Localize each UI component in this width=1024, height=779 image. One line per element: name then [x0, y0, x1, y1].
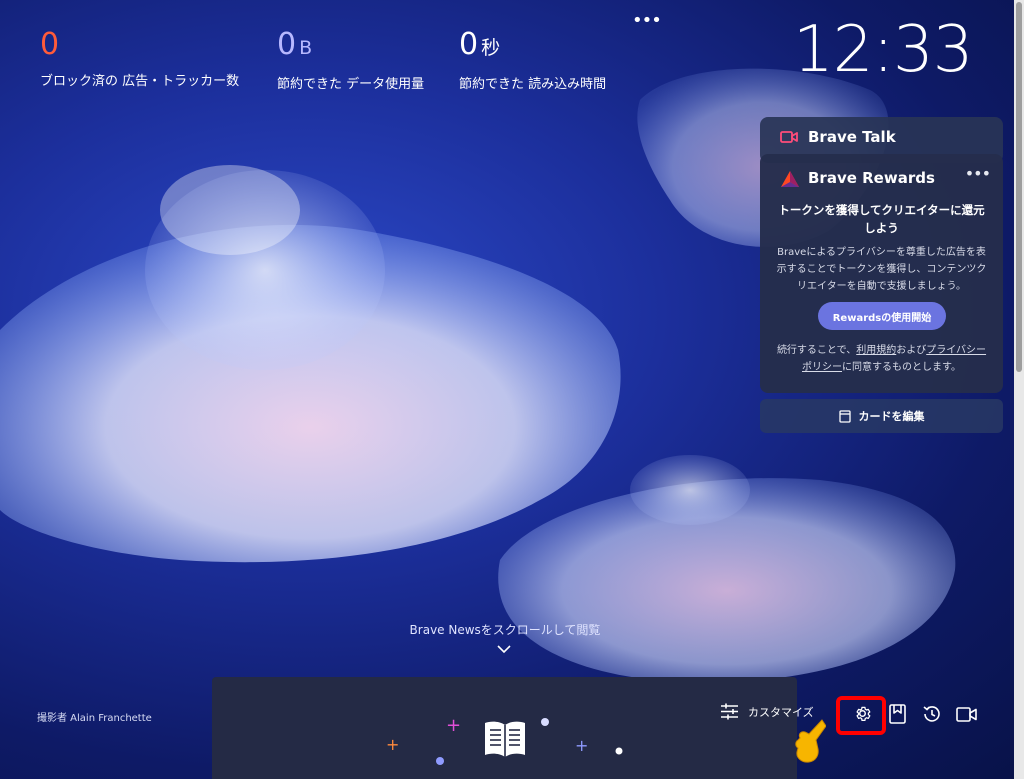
rewards-heading: トークンを獲得してクリエイターに還元しよう [778, 203, 985, 235]
stats-more-icon[interactable]: ••• [632, 12, 662, 30]
terms-suffix: に同意するものとします。 [842, 362, 961, 373]
start-rewards-button[interactable]: Rewardsの使用開始 [818, 302, 946, 330]
card-edit-icon [838, 409, 851, 423]
svg-text:+: + [446, 715, 461, 736]
brave-rewards-title: Brave Rewards [808, 169, 935, 187]
rewards-description: Braveによるプライバシーを尊重した広告を表示することでトークンを獲得し、コン… [776, 247, 987, 292]
sliders-icon [721, 703, 738, 720]
brave-talk-video-icon[interactable] [956, 707, 977, 722]
bookmarks-icon[interactable] [889, 704, 906, 724]
rewards-terms: 続行することで、利用規約およびプライバシーポリシーに同意するものとします。 [774, 342, 989, 376]
page-scrollbar[interactable] [1014, 0, 1024, 779]
terms-prefix: 続行することで、 [776, 345, 857, 356]
terms-of-service-link[interactable]: 利用規約 [856, 345, 896, 356]
ads-blocked-label: ブロック済の 広告・トラッカー数 [40, 74, 240, 89]
edit-cards-label: カードを編集 [858, 410, 925, 423]
ads-blocked-count: 0 [40, 27, 60, 62]
news-scroll-hint: Brave Newsをスクロールして閲覧 [409, 623, 601, 637]
brave-rewards-card: Brave Rewards ••• トークンを獲得してクリエイターに還元しよう … [760, 154, 1003, 393]
bat-triangle-icon [781, 171, 799, 187]
open-book-icon [485, 721, 525, 757]
brave-talk-title: Brave Talk [808, 128, 896, 146]
settings-highlight-box [836, 696, 886, 735]
time-saved-unit: 秒 [481, 37, 501, 59]
pointing-hand-icon [795, 719, 826, 763]
scrollbar-thumb[interactable] [1016, 2, 1022, 372]
edit-cards-button[interactable]: カードを編集 [760, 399, 1003, 433]
svg-text:+: + [386, 735, 399, 754]
svg-text:+: + [575, 736, 588, 755]
brave-news-panel[interactable]: + + + [212, 677, 797, 779]
video-camera-icon [780, 131, 798, 143]
time-saved-value: 0 [459, 27, 479, 62]
terms-mid: および [896, 345, 927, 356]
stat-time-saved: 0秒 節約できた 読み込み時間 [459, 27, 607, 93]
data-saved-value: 0 [277, 27, 297, 62]
rewards-more-icon[interactable]: ••• [965, 164, 991, 183]
photo-credit: 撮影者 Alain Franchette [37, 713, 152, 724]
data-saved-unit: B [299, 37, 313, 59]
stat-data-saved: 0B 節約できた データ使用量 [277, 27, 425, 93]
data-saved-label: 節約できた データ使用量 [277, 77, 425, 92]
chevron-down-icon[interactable] [497, 645, 511, 654]
clock: 12:33 [793, 13, 973, 87]
history-icon[interactable] [922, 704, 942, 724]
time-saved-label: 節約できた 読み込み時間 [459, 77, 607, 92]
stat-ads-blocked: 0 ブロック済の 広告・トラッカー数 [40, 27, 240, 90]
